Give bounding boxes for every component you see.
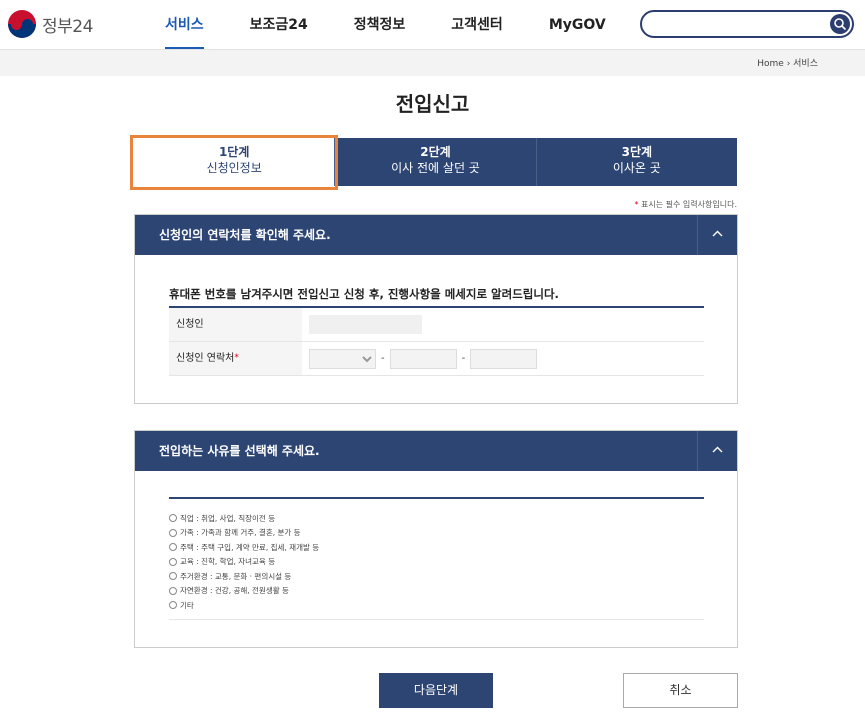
search-input[interactable] bbox=[652, 12, 832, 36]
radio-icon[interactable] bbox=[169, 586, 177, 595]
contact-form: 신청인 신청인 연락처* - - bbox=[169, 306, 704, 376]
breadcrumb-current[interactable]: 서비스 bbox=[793, 59, 818, 69]
contact-panel-header: 신청인의 연락처를 확인해 주세요. bbox=[135, 215, 737, 255]
radio-icon[interactable] bbox=[169, 557, 177, 566]
step-label: 이사 전에 살던 곳 bbox=[391, 161, 480, 175]
collapse-button[interactable] bbox=[697, 431, 737, 471]
phone-last-input[interactable] bbox=[470, 348, 538, 369]
reason-panel-header: 전입하는 사유를 선택해 주세요. bbox=[135, 431, 737, 471]
reason-option[interactable]: 가족 : 가족과 함께 거주, 결혼, 분가 등 bbox=[169, 526, 704, 541]
reason-option[interactable]: 교육 : 진학, 학업, 자녀교육 등 bbox=[169, 555, 704, 570]
radio-icon[interactable] bbox=[169, 572, 177, 581]
required-note-text: 표시는 필수 입력사항입니다. bbox=[641, 200, 737, 209]
reason-option-label: 자연환경 : 건강, 공해, 전원생활 등 bbox=[180, 586, 289, 596]
reason-option-label: 주택 : 주택 구입, 계약 만료, 집세, 재개발 등 bbox=[180, 542, 320, 552]
step-number: 2단계 bbox=[420, 145, 451, 159]
required-star-icon: * bbox=[234, 353, 239, 363]
reason-option[interactable]: 자연환경 : 건강, 공해, 전원생활 등 bbox=[169, 584, 704, 599]
phone-dash: - bbox=[461, 353, 466, 364]
chevron-up-icon bbox=[712, 230, 723, 237]
phone-dash: - bbox=[381, 353, 385, 364]
step-3: 3단계 이사온 곳 bbox=[535, 138, 737, 186]
applicant-name-input[interactable] bbox=[309, 315, 422, 334]
next-step-button[interactable]: 다음단계 bbox=[379, 673, 493, 708]
divider bbox=[169, 619, 704, 620]
radio-icon[interactable] bbox=[169, 528, 177, 537]
phone-label: 신청인 연락처* bbox=[169, 342, 302, 375]
step-2: 2단계 이사 전에 살던 곳 bbox=[334, 138, 535, 186]
breadcrumb-home[interactable]: Home bbox=[757, 59, 784, 69]
nav-item-services[interactable]: 서비스 bbox=[165, 0, 204, 50]
active-step-highlight bbox=[130, 135, 338, 190]
phone-field: - - bbox=[302, 348, 538, 369]
phone-middle-input[interactable] bbox=[389, 348, 457, 369]
reason-option-label: 직업 : 취업, 사업, 직장이전 등 bbox=[180, 513, 276, 523]
radio-icon[interactable] bbox=[169, 601, 177, 610]
search-icon bbox=[834, 18, 847, 31]
contact-panel-title: 신청인의 연락처를 확인해 주세요. bbox=[159, 228, 331, 242]
required-note: * 표시는 필수 입력사항입니다. bbox=[635, 199, 738, 210]
contact-panel: 신청인의 연락처를 확인해 주세요. 휴대폰 번호를 남겨주시면 전입신고 신청… bbox=[134, 214, 738, 404]
form-row-phone: 신청인 연락처* - - bbox=[169, 342, 704, 376]
nav-item-subsidy[interactable]: 보조금24 bbox=[250, 0, 308, 50]
divider bbox=[169, 497, 704, 499]
nav-item-mygov[interactable]: MyGOV bbox=[549, 0, 606, 50]
search-button[interactable] bbox=[830, 14, 850, 34]
applicant-field bbox=[302, 315, 422, 334]
contact-info-text: 휴대폰 번호를 남겨주시면 전입신고 신청 후, 진행사항을 메세지로 알려드립… bbox=[169, 287, 559, 301]
reason-option[interactable]: 기타 bbox=[169, 598, 704, 613]
taegeuk-logo-icon bbox=[8, 10, 36, 38]
phone-prefix-select[interactable] bbox=[309, 348, 376, 369]
site-logo[interactable]: 정부24 bbox=[8, 10, 93, 38]
site-header: 정부24 서비스 보조금24 정책정보 고객센터 MyGOV bbox=[0, 0, 865, 50]
reason-panel-title: 전입하는 사유를 선택해 주세요. bbox=[159, 444, 320, 458]
step-number: 3단계 bbox=[621, 145, 653, 159]
reason-option-label: 교육 : 진학, 학업, 자녀교육 등 bbox=[180, 557, 276, 567]
logo-text: 정부24 bbox=[42, 16, 93, 37]
search-box bbox=[640, 10, 854, 38]
reason-option-label: 가족 : 가족과 함께 거주, 결혼, 분가 등 bbox=[180, 528, 301, 538]
radio-icon[interactable] bbox=[169, 543, 177, 552]
step-label: 이사온 곳 bbox=[612, 161, 661, 175]
nav-item-customer-center[interactable]: 고객센터 bbox=[451, 0, 503, 50]
reason-option[interactable]: 주택 : 주택 구입, 계약 만료, 집세, 재개발 등 bbox=[169, 540, 704, 555]
main-nav: 서비스 보조금24 정책정보 고객센터 MyGOV bbox=[165, 0, 652, 50]
chevron-up-icon bbox=[712, 446, 723, 453]
applicant-label: 신청인 bbox=[169, 308, 302, 341]
required-star-icon: * bbox=[634, 200, 639, 209]
reason-option-label: 주거환경 : 교통, 문화 · 편의시설 등 bbox=[180, 571, 292, 581]
form-row-applicant: 신청인 bbox=[169, 308, 704, 342]
page-title: 전입신고 bbox=[395, 92, 470, 116]
reason-option[interactable]: 주거환경 : 교통, 문화 · 편의시설 등 bbox=[169, 569, 704, 584]
breadcrumb: Home › 서비스 bbox=[757, 56, 818, 69]
reason-radio-list: 직업 : 취업, 사업, 직장이전 등 가족 : 가족과 함께 거주, 결혼, … bbox=[169, 511, 704, 613]
reason-option[interactable]: 직업 : 취업, 사업, 직장이전 등 bbox=[169, 511, 704, 526]
collapse-button[interactable] bbox=[697, 215, 737, 255]
breadcrumb-bar: Home › 서비스 bbox=[0, 50, 865, 76]
radio-icon[interactable] bbox=[169, 514, 177, 523]
nav-item-policy[interactable]: 정책정보 bbox=[354, 0, 406, 50]
phone-label-text: 신청인 연락처 bbox=[176, 353, 235, 364]
reason-panel: 전입하는 사유를 선택해 주세요. 직업 : 취업, 사업, 직장이전 등 가족… bbox=[134, 430, 738, 648]
reason-option-label: 기타 bbox=[180, 600, 194, 610]
cancel-button[interactable]: 취소 bbox=[623, 673, 738, 708]
